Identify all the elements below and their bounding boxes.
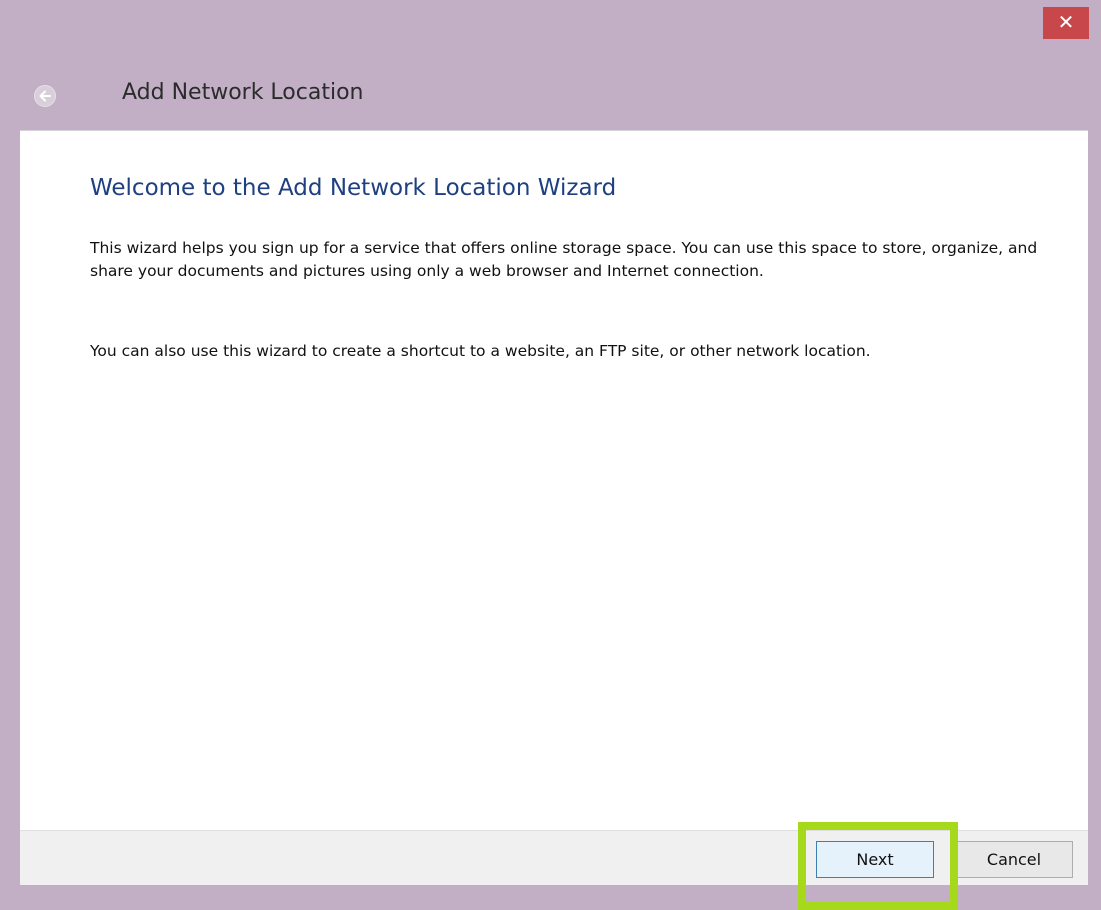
wizard-content: Welcome to the Add Network Location Wiza… [20, 130, 1088, 830]
shortcut-paragraph: You can also use this wizard to create a… [90, 342, 871, 360]
intro-paragraph: This wizard helps you sign up for a serv… [90, 239, 1038, 280]
wizard-window: ✕ Add Network Location Welcome to the Ad… [0, 0, 1101, 910]
next-button[interactable]: Next [816, 841, 934, 878]
back-arrow-icon [39, 90, 51, 102]
close-button[interactable]: ✕ [1043, 7, 1089, 39]
wizard-heading: Welcome to the Add Network Location Wiza… [90, 175, 617, 201]
cancel-button[interactable]: Cancel [955, 841, 1073, 878]
window-title: Add Network Location [122, 80, 364, 105]
wizard-footer: Next Cancel [20, 830, 1088, 885]
back-button[interactable] [34, 85, 56, 107]
close-icon: ✕ [1057, 10, 1075, 34]
